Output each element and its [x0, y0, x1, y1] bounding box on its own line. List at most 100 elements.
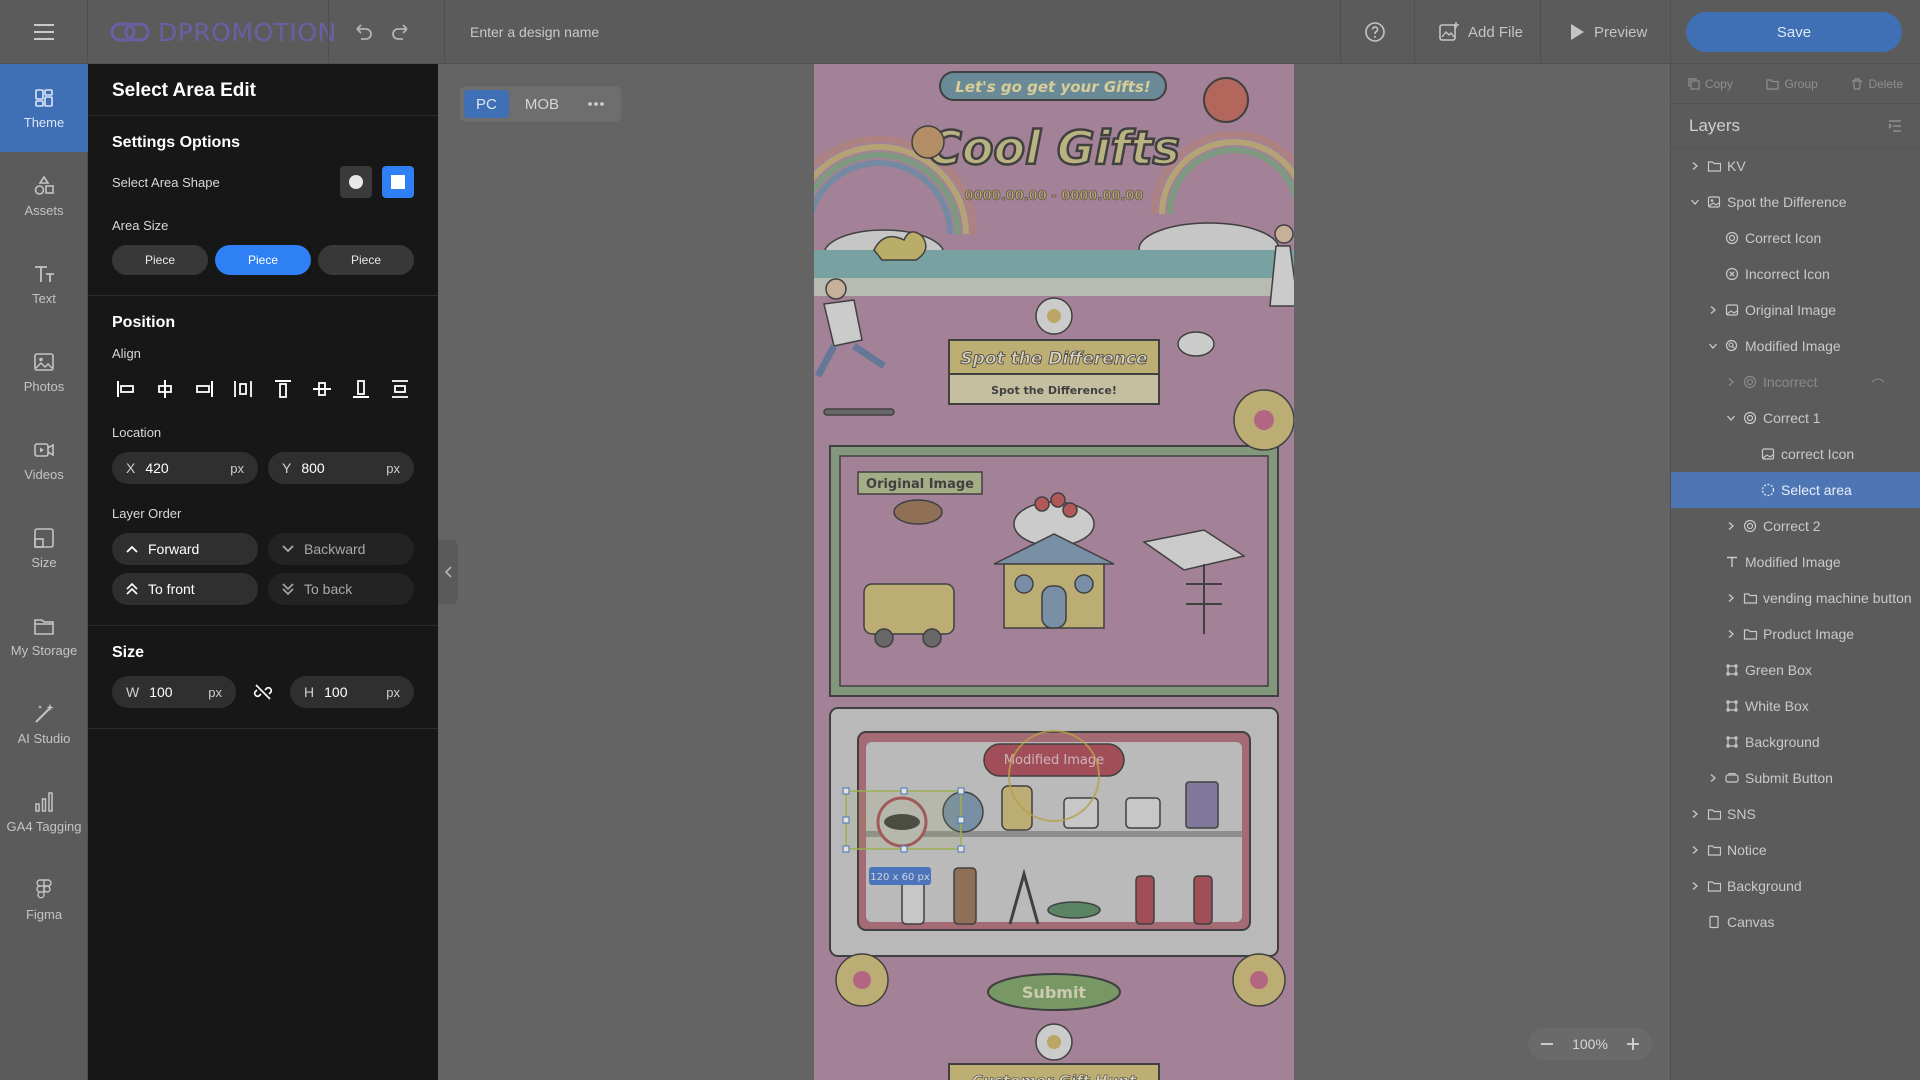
align-bottom-button[interactable]	[347, 375, 375, 403]
layer-row[interactable]: SNS	[1671, 796, 1920, 832]
location-y-field[interactable]: Y 800 px	[268, 452, 414, 484]
nav-item-photos[interactable]: Photos	[0, 328, 88, 416]
distribute-horizontal-button[interactable]	[229, 375, 257, 403]
layer-order-label: Layer Order	[112, 506, 182, 521]
align-center-h-button[interactable]	[151, 375, 179, 403]
assets-icon	[34, 175, 54, 195]
nav-item-figma[interactable]: Figma	[0, 856, 88, 944]
chevron-down-icon[interactable]	[1690, 197, 1700, 207]
canvas-artboard[interactable]: Let's go get your Gifts! Cool Gifts 0000…	[814, 64, 1294, 1080]
layer-row[interactable]: correct Icon	[1671, 436, 1920, 472]
preview-button[interactable]: Preview	[1568, 0, 1647, 64]
undo-icon[interactable]	[352, 20, 374, 42]
nav-label: Assets	[24, 202, 64, 218]
help-button[interactable]	[1364, 0, 1386, 64]
align-right-button[interactable]	[190, 375, 218, 403]
redo-icon[interactable]	[390, 20, 412, 42]
layer-row[interactable]: Modified Image	[1671, 328, 1920, 364]
more-horizontal-icon	[588, 102, 604, 106]
zoom-in-icon[interactable]	[1626, 1037, 1640, 1051]
add-file-button[interactable]: Add File	[1438, 0, 1523, 64]
delete-button[interactable]: Delete	[1851, 77, 1903, 91]
layer-row[interactable]: Incorrect Icon	[1671, 256, 1920, 292]
zoom-out-icon[interactable]	[1540, 1037, 1554, 1051]
layer-row[interactable]: Background	[1671, 724, 1920, 760]
visibility-off-icon[interactable]	[1871, 377, 1885, 387]
chevron-right-icon[interactable]	[1690, 809, 1700, 819]
shape-circle-button[interactable]	[340, 166, 372, 198]
save-button[interactable]: Save	[1686, 12, 1902, 52]
nav-item-ai-studio[interactable]: AI Studio	[0, 680, 88, 768]
device-mob-tab[interactable]: MOB	[513, 90, 571, 118]
layer-row[interactable]: Background	[1671, 868, 1920, 904]
nav-item-ga4-tagging[interactable]: GA4 Tagging	[0, 768, 88, 856]
collapse-panel-button[interactable]	[438, 540, 458, 604]
chevron-right-icon[interactable]	[1726, 593, 1736, 603]
align-top-button[interactable]	[269, 375, 297, 403]
panel-title: Select Area Edit	[88, 64, 438, 116]
design-name-input[interactable]	[470, 20, 870, 44]
layer-row[interactable]: Incorrect	[1671, 364, 1920, 400]
layer-row[interactable]: Select area	[1671, 472, 1920, 508]
nav-item-size[interactable]: Size	[0, 504, 88, 592]
device-pc-tab[interactable]: PC	[464, 90, 509, 118]
layer-row[interactable]: Notice	[1671, 832, 1920, 868]
chevron-right-icon[interactable]	[1690, 845, 1700, 855]
width-field[interactable]: W 100 px	[112, 676, 236, 708]
nav-item-my-storage[interactable]: My Storage	[0, 592, 88, 680]
link-aspect-button[interactable]	[249, 678, 277, 706]
copy-button[interactable]: Copy	[1688, 77, 1733, 91]
menu-button[interactable]	[0, 0, 88, 64]
chevron-down-icon[interactable]	[1726, 413, 1736, 423]
area-size-option-3[interactable]: Piece	[318, 245, 414, 275]
chevron-right-icon[interactable]	[1690, 881, 1700, 891]
layer-row[interactable]: White Box	[1671, 688, 1920, 724]
h-value: 100	[324, 684, 348, 700]
layer-row[interactable]: Spot the Difference	[1671, 184, 1920, 220]
chevron-right-icon[interactable]	[1726, 521, 1736, 531]
search-circle-icon	[1725, 339, 1738, 352]
height-field[interactable]: H 100 px	[290, 676, 414, 708]
delete-label: Delete	[1868, 76, 1904, 91]
align-center-v-button[interactable]	[308, 375, 336, 403]
collapse-layers-icon[interactable]	[1888, 119, 1902, 132]
distribute-vertical-button[interactable]	[386, 375, 414, 403]
align-left-button[interactable]	[112, 375, 140, 403]
area-size-option-2[interactable]: Piece	[215, 245, 311, 275]
layer-row[interactable]: Correct 2	[1671, 508, 1920, 544]
layer-row[interactable]: KV	[1671, 148, 1920, 184]
location-x-field[interactable]: X 420 px	[112, 452, 258, 484]
size-section: Size W 100 px H 100 px	[88, 626, 438, 729]
w-key: W	[126, 684, 140, 700]
chevron-right-icon[interactable]	[1708, 305, 1718, 315]
shape-square-button[interactable]	[382, 166, 414, 198]
nav-item-text[interactable]: Text	[0, 240, 88, 328]
layer-row[interactable]: Modified Image	[1671, 544, 1920, 580]
layer-row[interactable]: Correct 1	[1671, 400, 1920, 436]
to-back-button[interactable]: To back	[268, 573, 414, 605]
nav-item-assets[interactable]: Assets	[0, 152, 88, 240]
group-button[interactable]: Group	[1766, 77, 1818, 91]
area-size-option-1[interactable]: Piece	[112, 245, 208, 275]
layer-row[interactable]: Original Image	[1671, 292, 1920, 328]
nav-item-theme[interactable]: Theme	[0, 64, 88, 152]
more-options-button[interactable]	[575, 90, 617, 118]
layer-row[interactable]: Green Box	[1671, 652, 1920, 688]
nav-item-videos[interactable]: Videos	[0, 416, 88, 504]
chevron-right-icon[interactable]	[1726, 377, 1736, 387]
layer-row[interactable]: Correct Icon	[1671, 220, 1920, 256]
to-front-button[interactable]: To front	[112, 573, 258, 605]
chevron-down-icon[interactable]	[1708, 341, 1718, 351]
layer-row[interactable]: Product Image	[1671, 616, 1920, 652]
brand-logo[interactable]: DPROMOTION	[110, 16, 337, 48]
chevron-right-icon[interactable]	[1726, 629, 1736, 639]
layer-row[interactable]: Canvas	[1671, 904, 1920, 940]
layer-row[interactable]: vending machine button	[1671, 580, 1920, 616]
forward-button[interactable]: Forward	[112, 533, 258, 565]
x-key: X	[126, 460, 136, 476]
layer-label: Modified Image	[1745, 338, 1841, 354]
layer-row[interactable]: Submit Button	[1671, 760, 1920, 796]
chevron-right-icon[interactable]	[1690, 161, 1700, 171]
backward-button[interactable]: Backward	[268, 533, 414, 565]
chevron-right-icon[interactable]	[1708, 773, 1718, 783]
